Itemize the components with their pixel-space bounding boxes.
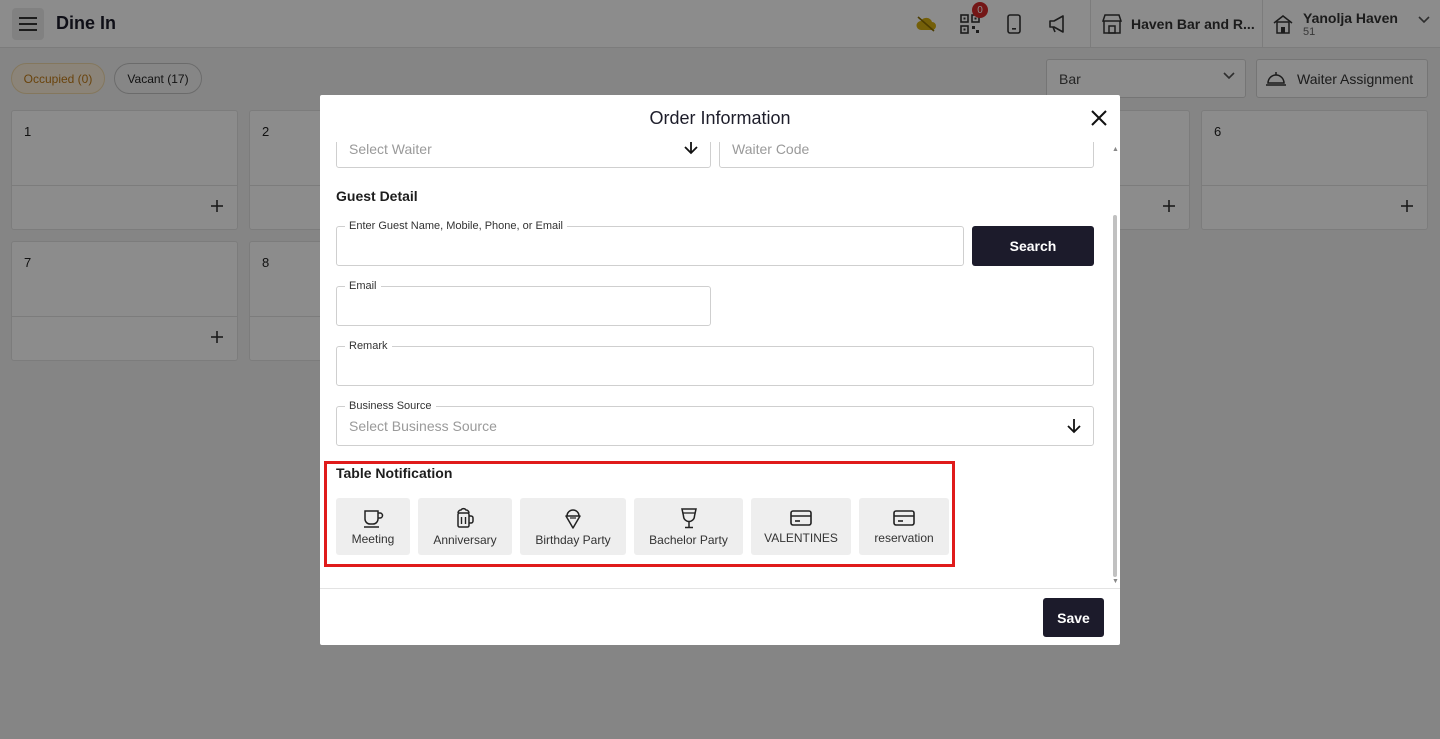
select-waiter-dropdown[interactable]: Select Waiter [336, 142, 711, 168]
arrow-down-icon [1067, 419, 1081, 434]
waiter-code-input[interactable]: Waiter Code [719, 142, 1094, 168]
waiter-code-placeholder: Waiter Code [732, 142, 810, 157]
email-legend: Email [345, 280, 381, 292]
search-button[interactable]: Search [972, 226, 1094, 266]
arrow-down-icon [684, 142, 698, 155]
close-icon[interactable] [1090, 109, 1108, 127]
modal-footer: Save [320, 588, 1120, 645]
email-field[interactable]: Email [336, 280, 711, 326]
guest-detail-label: Guest Detail [336, 188, 418, 204]
select-waiter-placeholder: Select Waiter [349, 142, 432, 157]
table-notification-highlight [324, 461, 955, 567]
guest-search-legend: Enter Guest Name, Mobile, Phone, or Emai… [345, 220, 567, 232]
remark-field[interactable]: Remark [336, 340, 1094, 386]
scrollbar-thumb[interactable] [1113, 215, 1117, 577]
scroll-up-arrow[interactable]: ▲ [1111, 145, 1120, 154]
modal-scrollbar[interactable]: ▲ ▼ [1111, 145, 1120, 585]
business-source-placeholder: Select Business Source [349, 418, 497, 434]
save-button[interactable]: Save [1043, 598, 1104, 637]
remark-legend: Remark [345, 340, 392, 352]
modal-title: Order Information [649, 108, 791, 128]
business-source-dropdown[interactable]: Business Source Select Business Source [336, 400, 1094, 446]
business-source-legend: Business Source [345, 400, 436, 412]
guest-search-input[interactable]: Enter Guest Name, Mobile, Phone, or Emai… [336, 220, 964, 266]
scroll-down-arrow[interactable]: ▼ [1111, 577, 1120, 586]
